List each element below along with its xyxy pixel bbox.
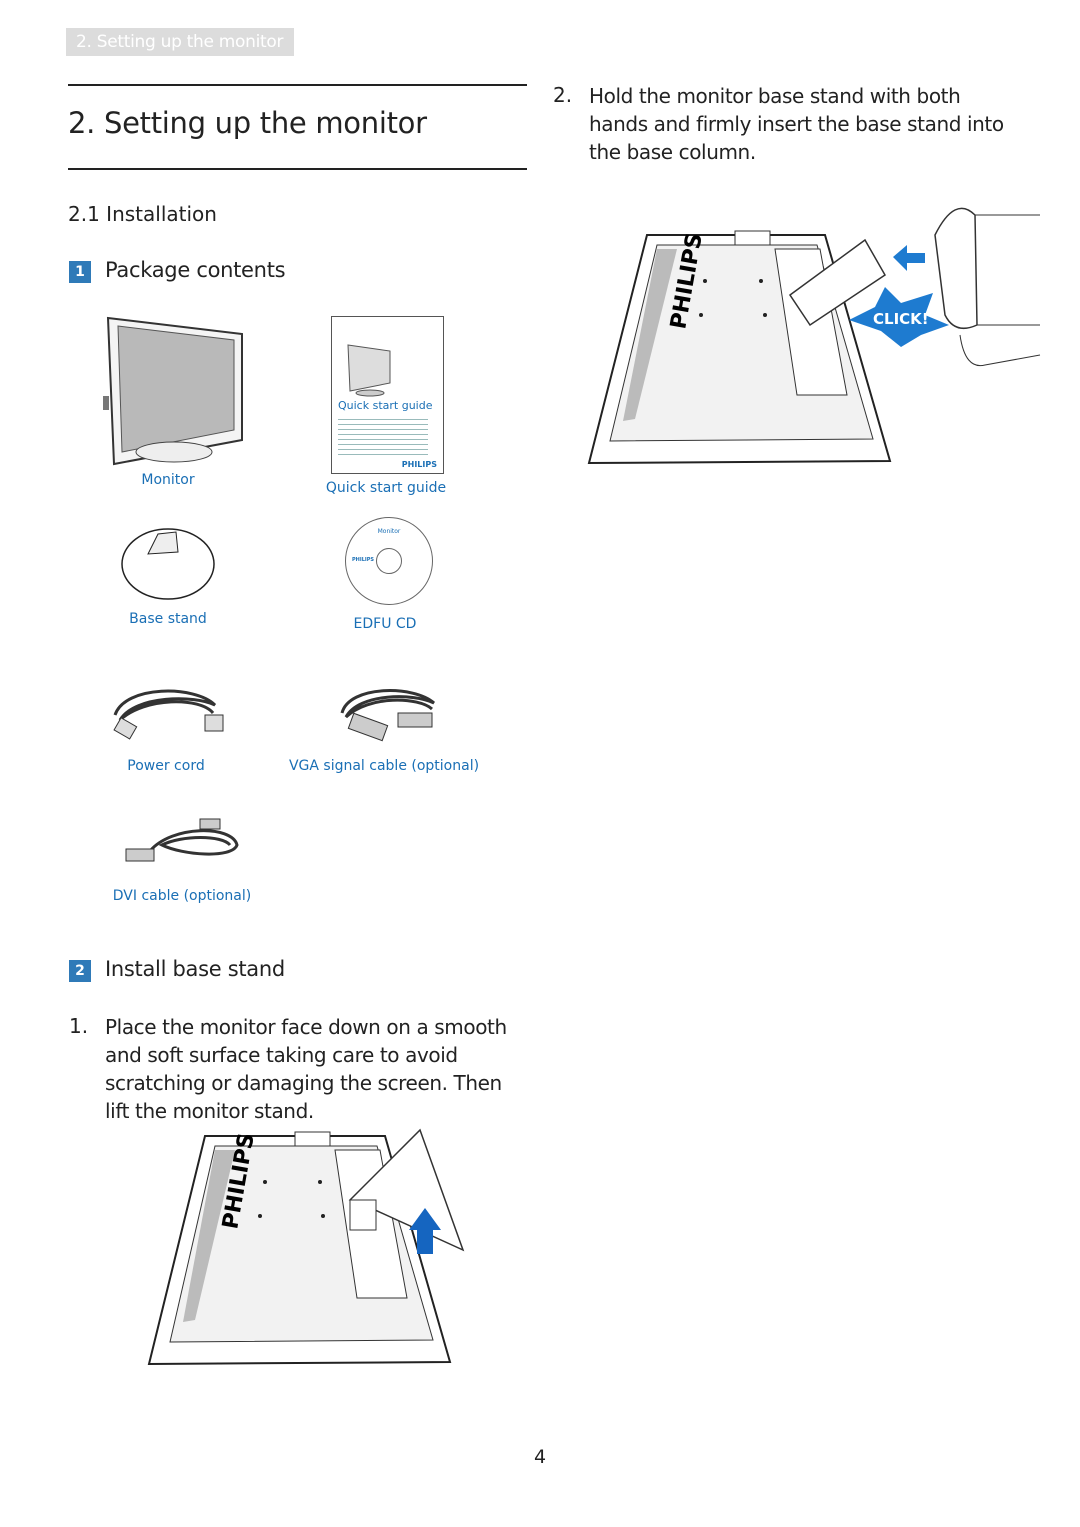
instruction-number: 1. bbox=[69, 1014, 89, 1038]
step-badge: 1 bbox=[69, 261, 91, 283]
dvi-cable-image bbox=[125, 818, 239, 862]
step-title: Package contents bbox=[105, 258, 286, 282]
instruction-number: 2. bbox=[553, 83, 573, 107]
click-label: CLICK! bbox=[873, 310, 929, 328]
monitor-image bbox=[103, 316, 243, 466]
caption-monitor: Monitor bbox=[141, 472, 195, 488]
section-title: 2.1 Installation bbox=[68, 202, 217, 226]
cd-philips-logo: PHILIPS bbox=[352, 557, 375, 563]
guide-title: Quick start guide bbox=[338, 399, 433, 412]
cd-title: Monitor bbox=[377, 528, 401, 535]
caption-base-stand: Base stand bbox=[129, 611, 207, 627]
power-cord-image bbox=[113, 689, 224, 740]
philips-logo: PHILIPS bbox=[401, 460, 437, 469]
vga-cable-image bbox=[340, 689, 436, 742]
header-tab: 2. Setting up the monitor bbox=[66, 28, 294, 56]
cd-image: Monitor PHILIPS bbox=[345, 517, 433, 605]
quick-start-guide-image: Quick start guide PHILIPS bbox=[331, 316, 444, 474]
instruction-text: Hold the monitor base stand with both ha… bbox=[589, 84, 1004, 164]
monitor-face-down-illustration: PHILIPS bbox=[147, 1128, 465, 1366]
step-badge: 2 bbox=[69, 960, 91, 982]
guide-text-lines bbox=[338, 415, 428, 455]
monitor-thumbnail bbox=[347, 344, 391, 397]
insert-base-stand-illustration: CLICK! PHILIPS bbox=[587, 207, 1041, 465]
caption-vga-cable: VGA signal cable (optional) bbox=[288, 758, 480, 774]
base-stand-image bbox=[121, 528, 215, 600]
instruction-text: Place the monitor face down on a smooth … bbox=[105, 1015, 507, 1123]
caption-dvi-cable: DVI cable (optional) bbox=[112, 888, 252, 904]
divider bbox=[68, 84, 527, 86]
page-number: 4 bbox=[533, 1446, 547, 1468]
caption-edfu-cd: EDFU CD bbox=[353, 616, 417, 632]
caption-power-cord: Power cord bbox=[127, 758, 205, 774]
divider bbox=[68, 168, 527, 170]
caption-quick-start-guide: Quick start guide bbox=[325, 480, 447, 496]
cd-hole bbox=[376, 548, 402, 574]
page-title: 2. Setting up the monitor bbox=[68, 106, 427, 140]
step-title: Install base stand bbox=[105, 957, 285, 981]
